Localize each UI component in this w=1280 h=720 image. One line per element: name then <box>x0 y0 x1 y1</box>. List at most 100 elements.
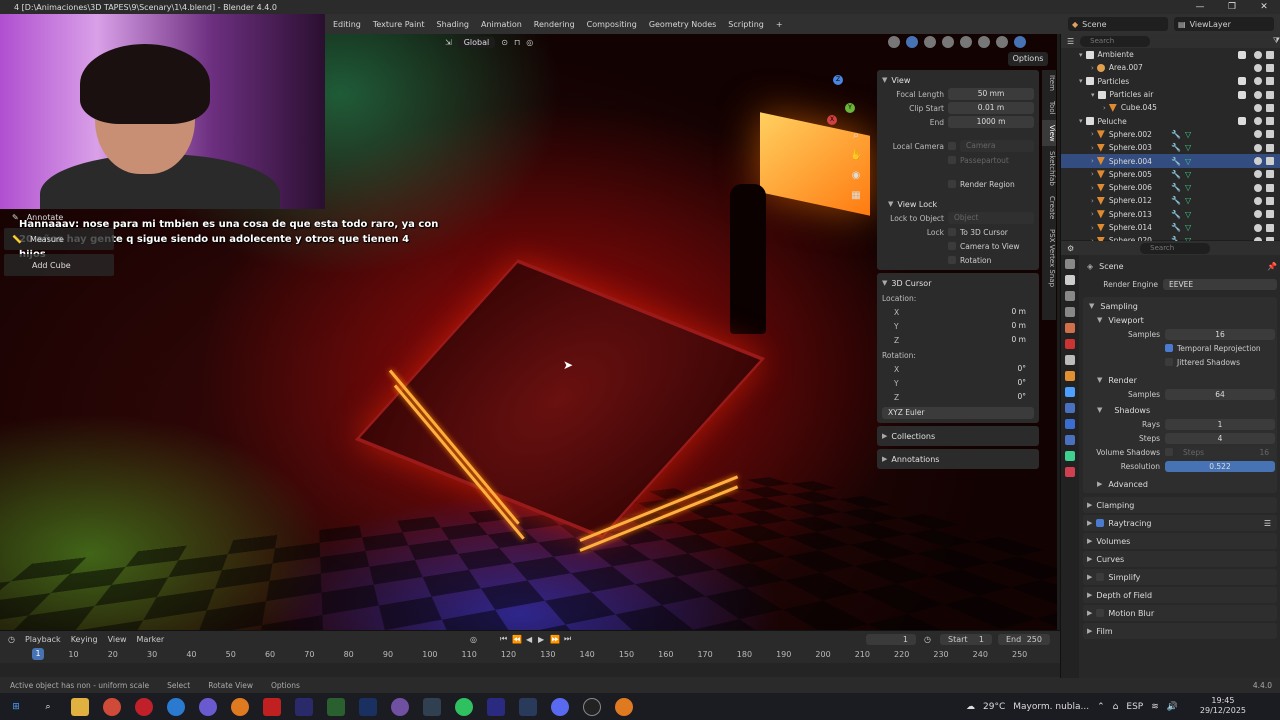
camera-render-icon[interactable] <box>1266 117 1274 126</box>
clock-icon[interactable]: ◷ <box>924 635 931 644</box>
raytracing-panel[interactable]: ▶ Raytracing ☰ <box>1083 515 1277 531</box>
blender-launcher-icon[interactable] <box>231 697 249 716</box>
spotify-icon[interactable] <box>455 697 473 716</box>
chevron-down-icon[interactable]: ▾ <box>1079 117 1083 125</box>
eye-icon[interactable] <box>1254 90 1262 99</box>
jump-start-icon[interactable]: ⏮ <box>500 634 507 644</box>
object-tab-icon[interactable] <box>1065 371 1075 381</box>
chevron-right-icon[interactable]: › <box>1091 64 1094 72</box>
world-tab-icon[interactable] <box>1065 339 1075 349</box>
viewport-samples-field[interactable]: 16 <box>1165 328 1275 340</box>
blender-icon[interactable] <box>615 697 633 716</box>
render-tab-icon[interactable] <box>1065 275 1075 285</box>
minimize-button[interactable]: — <box>1184 0 1216 14</box>
data-tab-icon[interactable] <box>1065 451 1075 461</box>
eye-icon[interactable] <box>1254 77 1262 86</box>
scene-selector[interactable]: ◆ Scene <box>1068 17 1168 31</box>
camera-render-icon[interactable] <box>1266 157 1274 166</box>
overlay-icon[interactable] <box>924 36 936 48</box>
outliner-row[interactable]: › Sphere.014 🔧 ▽ <box>1061 221 1280 234</box>
outliner-row[interactable]: › Sphere.004 🔧 ▽ <box>1061 154 1280 168</box>
cursor-rotation-y[interactable]: 0° <box>900 377 1034 389</box>
zoom-icon[interactable]: ⌕ <box>850 130 862 142</box>
temporal-reprojection-checkbox[interactable] <box>1165 344 1173 352</box>
mesh-data-icon[interactable]: ▽ <box>1185 170 1191 179</box>
sampling-header[interactable]: ▼ Sampling <box>1085 299 1275 313</box>
gizmo-x-axis[interactable]: X <box>827 115 837 125</box>
tab-editing[interactable]: Editing <box>327 20 367 29</box>
modifier-icon[interactable]: 🔧 <box>1171 223 1181 232</box>
cursor-rotation-x[interactable]: 0° <box>900 363 1034 375</box>
lock-rotation-checkbox[interactable] <box>948 256 956 264</box>
tab-compositing[interactable]: Compositing <box>581 20 643 29</box>
eye-icon[interactable] <box>1254 63 1262 72</box>
pin-icon[interactable]: 📌 <box>1267 262 1277 271</box>
tab-rendering[interactable]: Rendering <box>528 20 581 29</box>
local-camera-checkbox[interactable] <box>948 142 956 150</box>
modifier-icon[interactable]: 🔧 <box>1171 183 1181 192</box>
weather-icon[interactable]: ☁ <box>966 702 975 712</box>
clip-start-field[interactable]: 0.01 m <box>948 102 1034 114</box>
eye-icon[interactable] <box>1254 183 1262 192</box>
chevron-right-icon[interactable]: › <box>1091 170 1094 178</box>
chevron-down-icon[interactable]: ▾ <box>1091 91 1095 99</box>
outliner-row[interactable]: › Sphere.006 🔧 ▽ <box>1061 181 1280 194</box>
add-workspace-button[interactable]: + <box>770 20 789 29</box>
eye-icon[interactable] <box>1254 117 1262 126</box>
modifier-icon[interactable]: 🔧 <box>1171 170 1181 179</box>
eye-icon[interactable] <box>1254 157 1262 166</box>
exclude-checkbox[interactable] <box>1238 90 1246 99</box>
add-cube-tool[interactable]: Add Cube <box>4 254 114 276</box>
solid-shading-icon[interactable] <box>978 36 990 48</box>
chevron-down-icon[interactable]: ▾ <box>1079 51 1083 59</box>
menu-view[interactable]: View <box>108 635 127 644</box>
media-app-icon[interactable] <box>263 697 281 716</box>
motion-blur-checkbox[interactable] <box>1096 609 1105 617</box>
render-samples-field[interactable]: 64 <box>1165 388 1275 400</box>
wireframe-shading-icon[interactable] <box>960 36 972 48</box>
film-panel[interactable]: ▶ Film <box>1083 623 1277 639</box>
eye-icon[interactable] <box>1254 196 1262 205</box>
jump-end-icon[interactable]: ⏭ <box>564 634 571 644</box>
outliner-row[interactable]: ▾ Particles <box>1061 75 1280 88</box>
mesh-data-icon[interactable]: ▽ <box>1185 157 1191 166</box>
tab-create[interactable]: Create <box>1042 191 1056 224</box>
modifier-icon[interactable]: 🔧 <box>1171 157 1181 166</box>
cursor-rotation-z[interactable]: 0° <box>900 391 1034 403</box>
search-icon[interactable]: ⌕ <box>39 698 57 716</box>
camera-render-icon[interactable] <box>1266 170 1274 179</box>
view-lock-header[interactable]: ▼ View Lock <box>882 197 1034 211</box>
volume-shadows-checkbox[interactable] <box>1165 448 1173 456</box>
chevron-right-icon[interactable]: › <box>1091 157 1094 165</box>
modifier-icon[interactable]: 🔧 <box>1171 130 1181 139</box>
snap-icon[interactable]: ⊓ <box>514 38 520 47</box>
measure-tool[interactable]: 📏 Measure <box>4 228 114 250</box>
mesh-data-icon[interactable]: ▽ <box>1185 130 1191 139</box>
outliner-row[interactable]: ▾ Ambiente <box>1061 48 1280 61</box>
menu-keying[interactable]: Keying <box>71 635 98 644</box>
gizmo-toggle-icon[interactable] <box>906 36 918 48</box>
tray-chevron-icon[interactable]: ⌃ <box>1097 702 1105 712</box>
shadows-header[interactable]: ▼ Shadows <box>1085 403 1275 417</box>
close-button[interactable]: ✕ <box>1248 0 1280 14</box>
xray-icon[interactable] <box>942 36 954 48</box>
camera-to-view-checkbox[interactable] <box>948 242 956 250</box>
motion-blur-panel[interactable]: ▶ Motion Blur <box>1083 605 1277 621</box>
advanced-header[interactable]: ▶ Advanced <box>1085 477 1275 491</box>
volume-steps-field[interactable]: Steps 16 <box>1177 446 1275 458</box>
menu-marker[interactable]: Marker <box>137 635 165 644</box>
network-icon[interactable]: ⌂ <box>1113 702 1119 712</box>
render-region-checkbox[interactable] <box>948 180 956 188</box>
eye-icon[interactable] <box>1254 143 1262 152</box>
gizmo-z-axis[interactable]: Z <box>833 75 843 85</box>
tab-view[interactable]: View <box>1042 119 1056 147</box>
rotation-mode-select[interactable]: XYZ Euler <box>882 407 1034 419</box>
outliner-row[interactable]: › Cube.045 <box>1061 101 1280 114</box>
obs-icon[interactable] <box>583 697 601 716</box>
simplify-checkbox[interactable] <box>1096 573 1105 581</box>
proportional-edit-icon[interactable]: ◎ <box>526 38 533 47</box>
taskbar-clock[interactable]: 19:45 29/12/2025 <box>1200 696 1246 716</box>
physics-tab-icon[interactable] <box>1065 419 1075 429</box>
camera-render-icon[interactable] <box>1266 50 1274 59</box>
after-effects-icon[interactable] <box>487 697 505 716</box>
